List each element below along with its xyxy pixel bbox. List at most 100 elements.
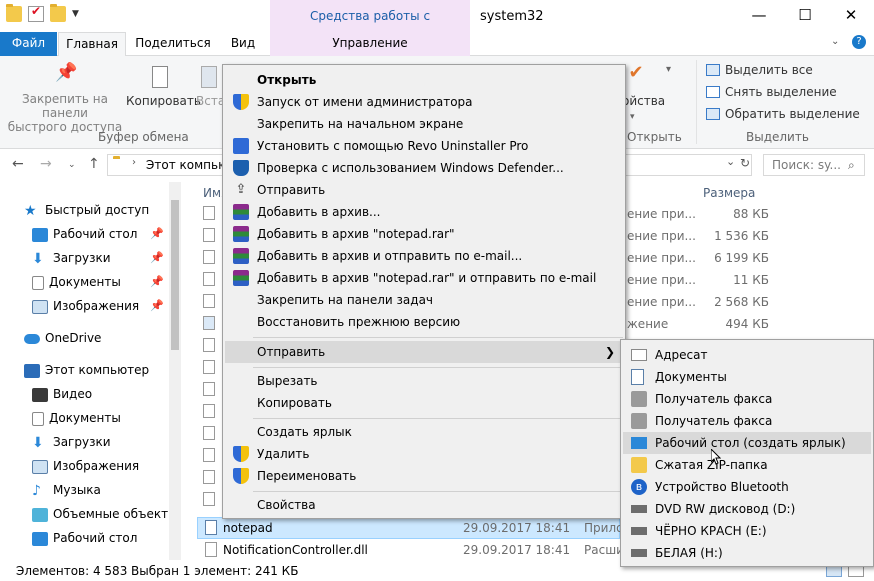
nav-pictures[interactable]: Изображения	[32, 294, 139, 318]
nav-pc-3d-objects[interactable]: Объемные объекты	[32, 502, 178, 526]
up-arrow-icon[interactable]: ↑	[88, 156, 100, 172]
forward-arrow-icon[interactable]: →	[40, 156, 52, 172]
menu-item-copy[interactable]: Копировать	[225, 392, 623, 414]
sendto-item-drive-h[interactable]: БЕЛАЯ (H:)	[623, 542, 871, 564]
nav-quick-access[interactable]: ★ Быстрый доступ	[24, 198, 149, 222]
pin-icon[interactable]: 📌	[150, 275, 164, 288]
select-all-button[interactable]: Выделить все	[706, 63, 813, 77]
maximize-button[interactable]: ☐	[782, 0, 828, 32]
select-all-icon	[706, 64, 720, 76]
invert-selection-button[interactable]: Обратить выделение	[706, 107, 860, 121]
menu-item-cut[interactable]: Вырезать	[225, 370, 623, 392]
column-size-header[interactable]: Размера	[703, 186, 755, 200]
nav-pc-desktop[interactable]: Рабочий стол	[32, 526, 137, 550]
sendto-item-bluetooth[interactable]: ʙ Устройство Bluetooth	[623, 476, 871, 498]
sendto-item-label: Получатель факса	[655, 414, 773, 428]
properties-check-icon[interactable]: ✔	[28, 4, 44, 22]
menu-item-notepad-rar-email[interactable]: Добавить в архив "notepad.rar" и отправи…	[225, 267, 623, 289]
menu-item-restore-version[interactable]: Восстановить прежнюю версию	[225, 311, 623, 333]
nav-pc-documents-label: Документы	[49, 411, 121, 425]
menu-item-label: Добавить в архив "notepad.rar" и отправи…	[257, 271, 597, 285]
menu-item-add-notepad-rar[interactable]: Добавить в архив "notepad.rar"	[225, 223, 623, 245]
sendto-item-fax-2[interactable]: Получатель факса	[623, 410, 871, 432]
nav-documents[interactable]: Документы	[32, 270, 121, 294]
sendto-item-dvd[interactable]: DVD RW дисковод (D:)	[623, 498, 871, 520]
ribbon-expand-icon[interactable]: ⌄	[831, 36, 839, 47]
nav-desktop[interactable]: Рабочий стол	[32, 222, 137, 246]
new-folder-icon[interactable]	[50, 4, 66, 22]
pin-quick-access-button[interactable]: 📌 Закрепить на панели быстрого доступа	[6, 64, 124, 135]
cloud-icon	[24, 333, 40, 344]
tab-share[interactable]: Поделиться	[130, 32, 216, 56]
breadcrumb-chevron-icon[interactable]: ›	[132, 157, 136, 168]
deselect-button[interactable]: Снять выделение	[706, 85, 837, 99]
navigation-pane: ★ Быстрый доступ Рабочий стол ⬇ Загрузки Д…	[0, 180, 180, 560]
back-arrow-icon[interactable]: ←	[12, 156, 24, 172]
refresh-icon[interactable]: ↻	[740, 156, 750, 170]
nav-this-pc[interactable]: Этот компьютер	[24, 358, 149, 382]
file-icon	[203, 492, 215, 506]
menu-item-run-as-admin[interactable]: Запуск от имени администратора	[225, 91, 623, 113]
file-type: ение при...	[627, 273, 696, 287]
menu-item-create-shortcut[interactable]: Создать ярлык	[225, 421, 623, 443]
minimize-button[interactable]: —	[736, 0, 782, 32]
nav-downloads[interactable]: ⬇ Загрузки	[32, 246, 111, 270]
recent-dropdown-icon[interactable]: ⌄	[68, 160, 76, 170]
menu-item-defender[interactable]: Проверка с использованием Windows Defend…	[225, 157, 623, 179]
open-dropdown-icon[interactable]: ▾	[666, 64, 671, 75]
deselect-label: Снять выделение	[725, 85, 837, 99]
address-dropdown-icon[interactable]: ⌄	[726, 155, 735, 168]
menu-item-rename[interactable]: Переименовать	[225, 465, 623, 487]
menu-item-pin-start[interactable]: Закрепить на начальном экране	[225, 113, 623, 135]
fax-icon	[631, 413, 647, 429]
menu-item-send-to[interactable]: Отправить ❯	[225, 341, 623, 363]
nav-pc-downloads[interactable]: ⬇ Загрузки	[32, 430, 111, 454]
defender-icon	[233, 160, 249, 176]
menu-item-add-archive[interactable]: Добавить в архив...	[225, 201, 623, 223]
nav-quick-access-label: Быстрый доступ	[45, 203, 150, 217]
pin-icon[interactable]: 📌	[150, 251, 164, 264]
open-group-label: Открыть	[627, 130, 682, 144]
quick-access-toolbar: ✔ ▼	[6, 4, 79, 22]
help-icon[interactable]: ?	[852, 35, 866, 49]
file-name[interactable]: NotificationController.dll	[223, 543, 368, 557]
menu-item-revo[interactable]: Установить с помощью Revo Uninstaller Pr…	[225, 135, 623, 157]
nav-scrollbar-thumb[interactable]	[171, 200, 179, 350]
nav-pc-pictures[interactable]: Изображения	[32, 454, 139, 478]
tab-file[interactable]: Файл	[0, 32, 57, 56]
menu-item-pin-taskbar[interactable]: Закрепить на панели задач	[225, 289, 623, 311]
paste-button[interactable]: Вста	[196, 66, 225, 108]
nav-pc-documents[interactable]: Документы	[32, 406, 121, 430]
menu-item-archive-email[interactable]: Добавить в архив и отправить по e-mail..…	[225, 245, 623, 267]
tab-manage[interactable]: Управление	[270, 32, 470, 56]
shield-icon	[233, 468, 249, 484]
file-name[interactable]: notepad	[223, 521, 273, 535]
sendto-item-desktop[interactable]: Рабочий стол (создать ярлык)	[623, 432, 871, 454]
menu-item-share[interactable]: ⇪ Отправить	[225, 179, 623, 201]
close-button[interactable]: ✕	[828, 0, 874, 32]
menu-item-properties[interactable]: Свойства	[225, 494, 623, 516]
music-icon: ♪	[32, 482, 41, 499]
properties-button[interactable]: ✔ ойства	[622, 64, 665, 109]
nav-pc-music[interactable]: ♪ Музыка	[32, 478, 101, 502]
pin-icon[interactable]: 📌	[150, 227, 164, 240]
nav-pc-videos[interactable]: Видео	[32, 382, 92, 406]
nav-onedrive[interactable]: OneDrive	[24, 326, 101, 350]
file-icon	[203, 404, 215, 418]
menu-item-delete[interactable]: Удалить	[225, 443, 623, 465]
copy-button[interactable]: Копировать	[126, 66, 201, 108]
pin-icon[interactable]: 📌	[150, 299, 164, 312]
file-size: 6 199 КБ	[714, 251, 769, 265]
tab-view[interactable]: Вид	[220, 32, 266, 56]
folder-icon[interactable]	[6, 4, 22, 22]
open-group-dropdown-icon: ▾	[630, 112, 635, 122]
sendto-item-documents[interactable]: Документы	[623, 366, 871, 388]
sendto-item-zip[interactable]: Сжатая ZIP-папка	[623, 454, 871, 476]
sendto-item-mail-recipient[interactable]: Адресат	[623, 344, 871, 366]
qat-dropdown-icon[interactable]: ▼	[72, 9, 79, 19]
sendto-item-drive-e[interactable]: ЧЁРНО КРАСН (E:)	[623, 520, 871, 542]
tab-home[interactable]: Главная	[58, 32, 126, 57]
menu-item-open[interactable]: Открыть	[225, 69, 623, 91]
sendto-item-fax-1[interactable]: Получатель факса	[623, 388, 871, 410]
menu-item-label: Удалить	[257, 447, 310, 461]
